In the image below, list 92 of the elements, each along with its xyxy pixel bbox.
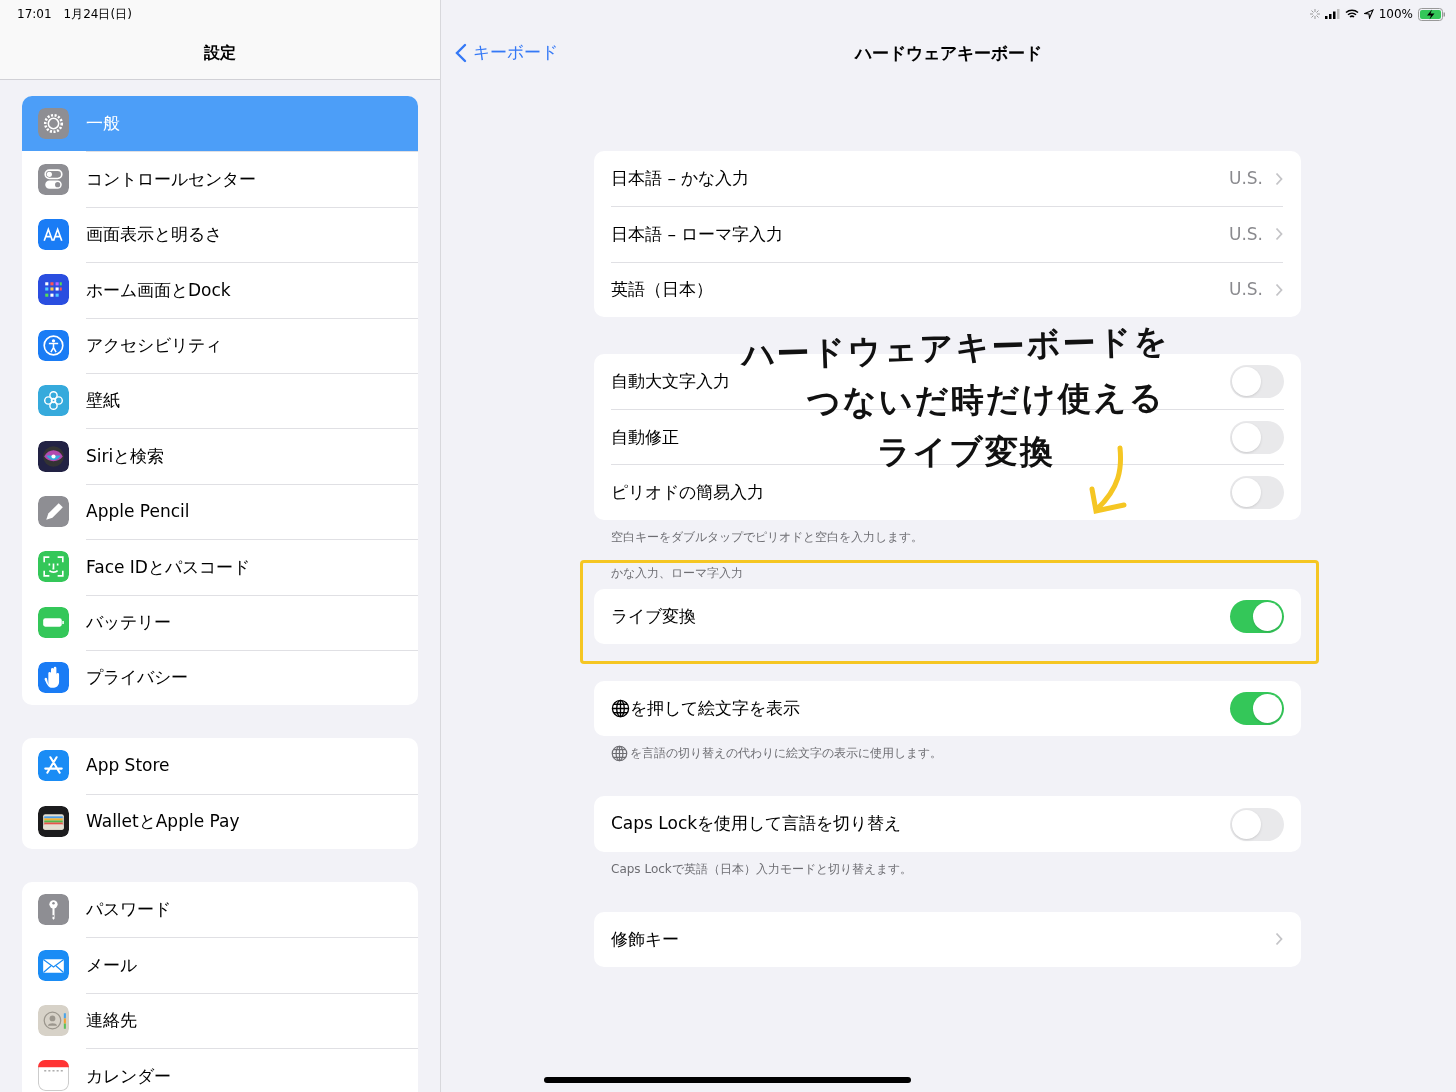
- sidebar-item-label: App Store: [86, 754, 170, 778]
- hand-icon: [38, 662, 69, 694]
- toggle-switch[interactable]: [1230, 420, 1284, 454]
- sidebar-item[interactable]: メール: [22, 937, 418, 993]
- sidebar-item-label: Apple Pencil: [86, 500, 190, 524]
- sidebar-item[interactable]: パスワード: [22, 882, 418, 938]
- section-header: かな入力、ローマ字入力: [610, 564, 744, 582]
- signal-icon: [1324, 9, 1340, 19]
- footer-note: Caps Lockで英語（日本）入力モードと切り替えます。: [611, 860, 912, 878]
- row-label: 日本語 – かな入力: [611, 166, 750, 190]
- spinner-icon: [1309, 9, 1320, 19]
- app-grid-icon: [38, 274, 69, 306]
- calendar-icon: [38, 1060, 69, 1092]
- sidebar-item[interactable]: WalletとApple Pay: [22, 793, 418, 850]
- chevron-right-icon: [1275, 282, 1283, 297]
- footer-note: を言語の切り替えの代わりに絵文字の表示に使用します。: [630, 745, 942, 763]
- sidebar-item[interactable]: Siriと検索: [22, 428, 418, 484]
- sidebar-item-label: 連絡先: [86, 1009, 137, 1033]
- sidebar-item-label: アクセシビリティ: [86, 334, 222, 357]
- row-label: 日本語 – ローマ字入力: [611, 222, 784, 246]
- sidebar-item[interactable]: ホーム画面とDock: [22, 262, 418, 318]
- row-value: U.S.: [1228, 278, 1263, 301]
- back-button[interactable]: キーボード: [455, 40, 558, 66]
- sidebar-item-label: WalletとApple Pay: [86, 810, 240, 834]
- key-icon: [38, 894, 69, 926]
- status-date: 1月24日(日): [63, 6, 132, 23]
- row-label: 英語（日本）: [611, 278, 713, 301]
- sidebar-title: 設定: [203, 42, 237, 64]
- toggle-switch[interactable]: [1230, 807, 1284, 841]
- sidebar-item-label: 壁紙: [86, 389, 120, 413]
- person-icon: [38, 1005, 69, 1037]
- toggle-switch[interactable]: [1230, 476, 1284, 510]
- sidebar-item[interactable]: プライバシー: [22, 649, 418, 706]
- row-value: U.S.: [1228, 166, 1263, 190]
- sidebar-item-label: 画面表示と明るさ: [86, 223, 222, 247]
- sidebar-item-label: メール: [86, 953, 137, 977]
- battery-percent: 100%: [1378, 6, 1413, 23]
- footer-note: 空白キーをダブルタップでピリオドと空白を入力します。: [611, 528, 923, 546]
- toggles-icon: [38, 163, 69, 195]
- sidebar-item[interactable]: アクセシビリティ: [22, 317, 418, 373]
- orb-icon: [38, 440, 69, 472]
- wifi-icon: [1344, 9, 1359, 19]
- sidebar-item-label: カレンダー: [86, 1064, 171, 1088]
- sidebar-item[interactable]: 壁紙: [22, 372, 418, 429]
- battery-charging-icon: [1418, 7, 1446, 21]
- row-value: U.S.: [1228, 222, 1263, 246]
- sidebar-item-label: プライバシー: [86, 666, 188, 690]
- handwritten-note: ハードウェアキーボードを: [740, 319, 1171, 377]
- sidebar-item[interactable]: カレンダー: [22, 1048, 418, 1092]
- sidebar-item[interactable]: 画面表示と明るさ: [22, 206, 418, 263]
- battery-icon: [38, 606, 69, 638]
- location-icon: [1363, 9, 1374, 19]
- text-size-icon: [38, 218, 69, 250]
- sidebar-item-label: パスワード: [86, 898, 171, 921]
- row-label: 自動大文字入力: [611, 369, 730, 393]
- sidebar-item-label: バッテリー: [86, 610, 171, 634]
- wallet-icon: [38, 805, 69, 837]
- chevron-right-icon: [1275, 227, 1283, 242]
- chevron-left-icon: [455, 42, 467, 63]
- pencil-icon: [38, 495, 69, 527]
- sidebar-item[interactable]: バッテリー: [22, 594, 418, 650]
- gear-icon: [38, 108, 69, 140]
- sidebar-item-label: ホーム画面とDock: [86, 278, 231, 302]
- status-time: 17:01: [17, 6, 52, 23]
- toggle-switch[interactable]: [1230, 365, 1284, 399]
- toggle-switch[interactable]: [1230, 692, 1284, 726]
- chevron-right-icon: [1275, 932, 1283, 947]
- row-label: Caps Lockを使用して言語を切り替え: [611, 812, 902, 836]
- face-scan-icon: [38, 551, 69, 583]
- sidebar-item[interactable]: Apple Pencil: [22, 483, 418, 540]
- sidebar-item[interactable]: コントロールセンター: [22, 151, 418, 207]
- page-title: ハードウェアキーボード: [855, 42, 1042, 65]
- sidebar-item-label: Face IDとパスコード: [86, 555, 250, 579]
- sidebar-item-label: 一般: [86, 111, 120, 135]
- sidebar-item[interactable]: Face IDとパスコード: [22, 539, 418, 595]
- chevron-right-icon: [1275, 171, 1283, 186]
- handwritten-note: ライブ変換: [876, 431, 1055, 473]
- row-label: 自動修正: [611, 425, 679, 449]
- row-label: ピリオドの簡易入力: [611, 480, 764, 504]
- toggle-switch[interactable]: [1230, 599, 1284, 633]
- row-label: 修飾キー: [611, 927, 679, 951]
- envelope-icon: [38, 949, 69, 981]
- sidebar-item-label: Siriと検索: [86, 444, 165, 468]
- sidebar-item[interactable]: App Store: [22, 738, 418, 794]
- sidebar-item[interactable]: 連絡先: [22, 992, 418, 1049]
- handwritten-note: つないだ時だけ使える: [806, 375, 1165, 425]
- accessibility-icon: [38, 329, 69, 361]
- app-store-icon: [38, 750, 69, 782]
- row-label: を押して絵文字を表示: [630, 696, 800, 720]
- sidebar-item-label: コントロールセンター: [86, 167, 256, 191]
- row-label: ライブ変換: [611, 604, 696, 628]
- flower-icon: [38, 385, 69, 417]
